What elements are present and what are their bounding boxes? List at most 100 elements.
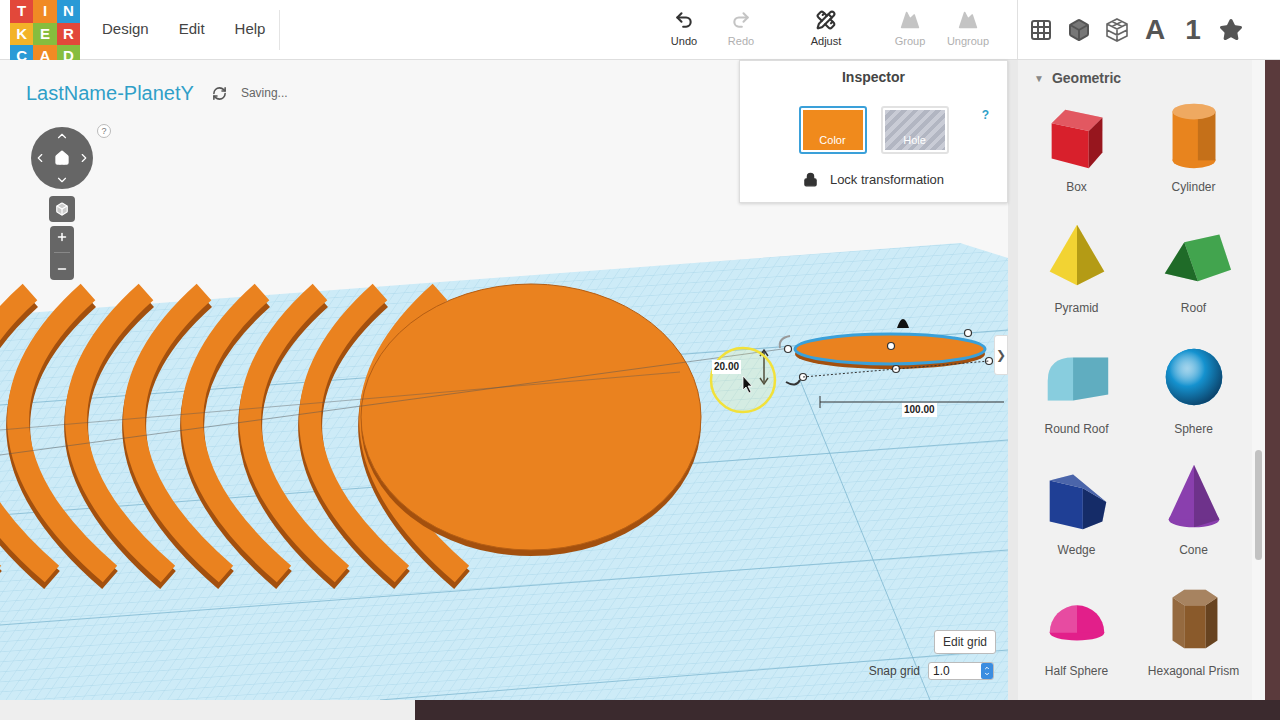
section-header[interactable]: ▼Geometric: [1018, 60, 1252, 90]
wireframe-cube-icon: [1104, 17, 1130, 43]
ungroup-icon: [958, 10, 978, 30]
pan-right-icon[interactable]: [77, 151, 91, 165]
resize-handle[interactable]: [785, 346, 792, 353]
step-up-icon[interactable]: [983, 665, 991, 671]
desktop-background: [1265, 60, 1280, 700]
separator: [279, 10, 280, 50]
cylinder-shape-icon: [1155, 96, 1233, 174]
pan-left-icon[interactable]: [33, 151, 47, 165]
ring-segment[interactable]: [76, 292, 168, 580]
menu-item[interactable]: Design: [102, 18, 149, 41]
length-dimension[interactable]: 100.00: [902, 403, 937, 417]
lift-handle-icon[interactable]: [897, 319, 909, 328]
panel-tab[interactable]: [1060, 0, 1098, 60]
window-bottom: [0, 700, 415, 720]
scrollbar-thumb[interactable]: [1255, 450, 1262, 560]
cube-icon: [55, 202, 69, 216]
desktop-background: [415, 700, 1280, 720]
toolbar-button[interactable]: Group: [882, 10, 938, 50]
hexprism-shape-icon: [1155, 580, 1233, 658]
wedge-shape-icon: [1038, 459, 1116, 537]
panel-tab[interactable]: [1022, 0, 1060, 60]
view-cube-control[interactable]: [31, 127, 93, 189]
ring-segment[interactable]: [18, 292, 110, 580]
adjust-icon: [816, 10, 836, 30]
grid-icon: [1029, 18, 1053, 42]
menu-item[interactable]: Help: [235, 18, 266, 41]
logo-letter: E: [33, 23, 56, 46]
roundroof-shape-icon: [1038, 338, 1116, 416]
roof-shape-icon: [1155, 217, 1233, 295]
ortho-view-button[interactable]: [49, 196, 75, 222]
view-help[interactable]: ?: [97, 124, 111, 138]
shape-item[interactable]: Sphere: [1135, 336, 1252, 457]
redo-icon: [731, 10, 751, 30]
menu-item[interactable]: Edit: [179, 18, 205, 41]
shape-item[interactable]: Round Roof: [1018, 336, 1135, 457]
panel-tab[interactable]: A: [1136, 0, 1174, 60]
save-status: Saving...: [241, 84, 288, 102]
cube-icon: [1067, 18, 1091, 42]
zoom-control[interactable]: [50, 226, 74, 280]
lock-icon[interactable]: [803, 172, 818, 187]
panel-tab[interactable]: [1212, 0, 1250, 60]
resize-handle[interactable]: [965, 330, 972, 337]
inspector-help[interactable]: ?: [982, 106, 989, 124]
scrollbar[interactable]: [1252, 60, 1265, 700]
box-shape-icon: [1038, 96, 1116, 174]
logo-letter: N: [57, 0, 80, 23]
screen: TINKERCADDesignEditHelpUndoRedoAdjustGro…: [0, 0, 1280, 720]
separator: [1017, 0, 1018, 59]
ring-segment[interactable]: [192, 292, 284, 580]
tinkercad-logo[interactable]: TINKERCAD: [10, 0, 80, 57]
halfsphere-shape-icon: [1038, 580, 1116, 658]
pan-up-icon[interactable]: [55, 129, 69, 143]
ring-segment[interactable]: [250, 292, 342, 580]
cone-shape-icon: [1155, 459, 1233, 537]
shape-item[interactable]: Hexagonal Prism: [1135, 578, 1252, 699]
ring-segment[interactable]: [0, 292, 52, 580]
panel-toggle[interactable]: ❯: [994, 335, 1008, 375]
panel-tab[interactable]: [1098, 0, 1136, 60]
logo-letter: K: [10, 23, 33, 46]
height-dimension[interactable]: 20.00: [712, 360, 741, 374]
group-icon: [900, 10, 920, 30]
project-title[interactable]: LastName-PlanetY: [26, 80, 194, 106]
toolbar-button[interactable]: Redo: [713, 10, 769, 50]
pyramid-shape-icon: [1038, 217, 1116, 295]
toolbar-button[interactable]: Undo: [656, 10, 712, 50]
logo-letter: R: [57, 23, 80, 46]
edit-grid-button[interactable]: Edit grid: [934, 630, 996, 654]
undo-icon: [674, 10, 694, 30]
snap-grid-select[interactable]: 1.0: [928, 662, 994, 680]
snap-grid-label: Snap grid: [869, 662, 920, 680]
ring-segment[interactable]: [134, 292, 226, 580]
top-bar: TINKERCADDesignEditHelpUndoRedoAdjustGro…: [0, 0, 1280, 60]
step-down-icon[interactable]: [983, 671, 991, 677]
color-button[interactable]: Color: [799, 106, 867, 154]
selected-ellipse[interactable]: [795, 334, 985, 364]
sphere-shape-icon: [1155, 338, 1233, 416]
shape-item[interactable]: Cone: [1135, 457, 1252, 578]
zoom-out-icon[interactable]: [56, 263, 68, 275]
lock-transformation[interactable]: Lock transformation: [830, 170, 944, 190]
hole-button[interactable]: Hole: [881, 106, 949, 154]
cursor-highlight: [711, 348, 775, 412]
resize-handle[interactable]: [888, 343, 895, 350]
zoom-in-icon[interactable]: [56, 231, 68, 243]
shape-item[interactable]: Box: [1018, 94, 1135, 215]
workplane-canvas[interactable]: 20.00100.00LastName-PlanetYSaving...?Ins…: [0, 60, 1008, 700]
panel-tab[interactable]: 1: [1174, 0, 1212, 60]
pan-down-icon[interactable]: [55, 173, 69, 187]
shape-item[interactable]: Half Sphere: [1018, 578, 1135, 699]
shape-item[interactable]: Roof: [1135, 215, 1252, 336]
home-icon[interactable]: [54, 150, 70, 166]
panel-gap: [1008, 60, 1018, 700]
toolbar-button[interactable]: Ungroup: [940, 10, 996, 50]
mouse-pointer-icon: [743, 376, 752, 393]
shape-item[interactable]: Cylinder: [1135, 94, 1252, 215]
refresh-icon[interactable]: [212, 86, 227, 101]
shape-item[interactable]: Wedge: [1018, 457, 1135, 578]
shape-item[interactable]: Pyramid: [1018, 215, 1135, 336]
toolbar-button[interactable]: Adjust: [798, 10, 854, 50]
